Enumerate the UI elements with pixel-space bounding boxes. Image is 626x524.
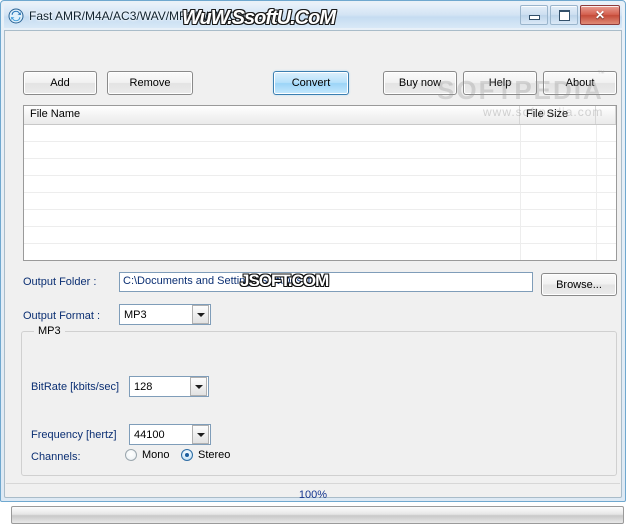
app-converter-icon	[8, 8, 24, 24]
title-bar: Fast AMR/M4A/AC3/WAV/MP3/WMA Converter ✕…	[4, 4, 622, 29]
about-button[interactable]: About	[543, 71, 617, 95]
list-item[interactable]	[24, 176, 616, 193]
output-folder-input[interactable]: C:\Documents and Settings\Soft\Desktop	[119, 272, 533, 292]
codec-settings-title: MP3	[34, 325, 65, 337]
browse-button[interactable]: Browse...	[541, 273, 617, 296]
remove-button[interactable]: Remove	[107, 71, 193, 95]
frequency-label: Frequency [hertz]	[31, 429, 117, 441]
file-list-header: File Name File Size	[24, 106, 616, 125]
column-divider-size	[596, 125, 597, 260]
bitrate-value: 128	[134, 380, 153, 393]
application-window: Fast AMR/M4A/AC3/WAV/MP3/WMA Converter ✕…	[0, 0, 626, 524]
column-header-file-size[interactable]: File Size	[520, 106, 596, 124]
help-button[interactable]: Help	[463, 71, 537, 95]
progress-bar	[11, 506, 624, 524]
channel-mono-label: Mono	[142, 449, 170, 461]
column-divider-name	[520, 125, 521, 260]
status-separator	[6, 483, 620, 484]
channel-stereo-label: Stereo	[198, 449, 231, 461]
window-title: Fast AMR/M4A/AC3/WAV/MP3/WMA Converter	[29, 9, 282, 23]
minimize-button[interactable]	[520, 5, 548, 25]
channel-mono-radio[interactable]: Mono	[125, 449, 170, 461]
list-item[interactable]	[24, 125, 616, 142]
list-item[interactable]	[24, 210, 616, 227]
list-item[interactable]	[24, 159, 616, 176]
frequency-select[interactable]: 44100	[129, 424, 211, 445]
list-item[interactable]	[24, 244, 616, 260]
progress-percent-text: 100%	[298, 489, 328, 501]
maximize-icon	[558, 9, 570, 21]
close-button[interactable]: ✕	[580, 5, 620, 25]
column-header-file-name[interactable]: File Name	[24, 106, 520, 124]
convert-button[interactable]: Convert	[273, 71, 349, 95]
window-controls: ✕	[520, 5, 620, 25]
output-format-select[interactable]: MP3	[119, 304, 211, 325]
output-format-label: Output Format :	[23, 310, 101, 322]
codec-settings-group: MP3	[21, 325, 617, 476]
file-list-body[interactable]	[24, 125, 616, 260]
client-area: Add Remove Convert Buy now Help About SO…	[4, 30, 624, 524]
radio-icon-selected	[181, 449, 193, 461]
buy-now-button[interactable]: Buy now	[383, 71, 457, 95]
bitrate-select[interactable]: 128	[129, 376, 209, 397]
channel-stereo-radio[interactable]: Stereo	[181, 449, 230, 461]
file-list[interactable]: File Name File Size	[23, 105, 617, 261]
frequency-value: 44100	[134, 428, 165, 441]
channels-label: Channels:	[31, 451, 81, 463]
list-item[interactable]	[24, 193, 616, 210]
maximize-button[interactable]	[550, 5, 578, 25]
chevron-down-icon[interactable]	[192, 305, 209, 324]
output-format-value: MP3	[124, 308, 147, 321]
list-item[interactable]	[24, 227, 616, 244]
chevron-down-icon[interactable]	[192, 425, 209, 444]
close-icon: ✕	[594, 8, 606, 22]
column-header-filler	[596, 106, 616, 124]
list-item[interactable]	[24, 142, 616, 159]
add-button[interactable]: Add	[23, 71, 97, 95]
radio-icon	[125, 449, 137, 461]
bitrate-label: BitRate [kbits/sec]	[31, 381, 120, 393]
chevron-down-icon[interactable]	[190, 377, 207, 396]
output-folder-label: Output Folder :	[23, 276, 97, 288]
minimize-icon	[528, 15, 540, 20]
